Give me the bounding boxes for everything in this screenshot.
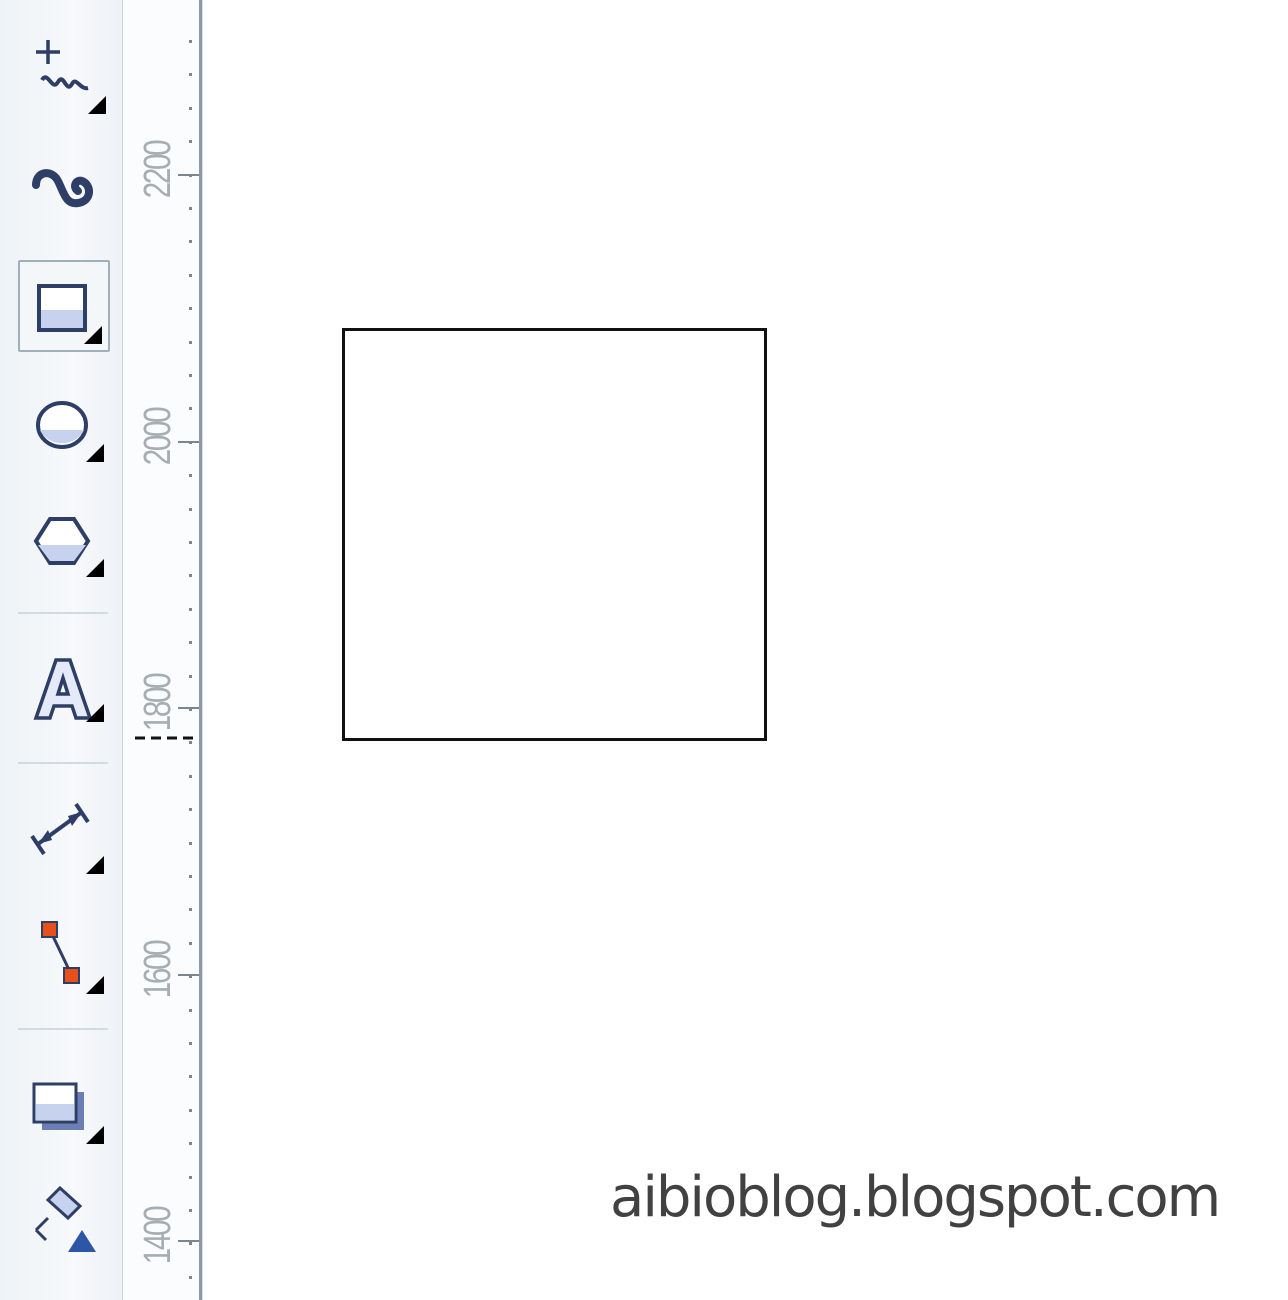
ruler-minor-tick — [189, 1042, 192, 1045]
ruler-label: 1800 — [137, 674, 179, 732]
connector-tool-button[interactable] — [18, 910, 110, 1002]
rectangle-tool-button[interactable] — [18, 260, 110, 352]
ruler-minor-tick — [189, 908, 192, 911]
ellipse-tool-icon — [36, 401, 104, 462]
ruler-minor-tick — [189, 274, 192, 277]
smart-fill-tool-icon — [32, 169, 93, 208]
toolbox-separator — [18, 612, 108, 614]
ruler-minor-tick — [189, 40, 192, 43]
rectangle-shape[interactable] — [342, 328, 767, 741]
ruler-label: 1400 — [137, 1207, 179, 1265]
ruler-minor-tick — [189, 107, 192, 110]
ruler-minor-tick — [189, 140, 192, 143]
ruler-minor-tick — [189, 741, 192, 744]
toolbox-separator — [18, 762, 108, 764]
ruler-label: 1600 — [137, 941, 179, 999]
ruler-minor-tick — [189, 1109, 192, 1112]
freehand-tool-button[interactable] — [18, 30, 110, 122]
ruler-minor-tick — [189, 407, 192, 410]
ruler-minor-tick — [189, 1209, 192, 1212]
ruler-minor-tick — [189, 541, 192, 544]
ruler-minor-tick — [189, 207, 192, 210]
ruler-minor-tick — [189, 474, 192, 477]
ruler-minor-tick — [189, 1242, 192, 1245]
text-tool-button[interactable] — [18, 640, 110, 732]
ruler-minor-tick — [189, 808, 192, 811]
ruler-minor-tick — [189, 675, 192, 678]
ruler-minor-tick — [189, 641, 192, 644]
vertical-ruler[interactable]: 2200 2000 1800 1600 1400 — [123, 0, 203, 1300]
ruler-minor-tick — [189, 1075, 192, 1078]
fill-tool-button[interactable] — [18, 1178, 110, 1270]
connector-tool-icon — [41, 921, 104, 994]
freehand-tool-icon — [36, 40, 106, 114]
ruler-minor-tick — [189, 942, 192, 945]
drop-shadow-tool-icon — [32, 1082, 104, 1144]
fill-tool-icon — [34, 1185, 96, 1252]
toolbox — [0, 0, 123, 1300]
text-tool-icon — [33, 658, 104, 722]
polygon-tool-button[interactable] — [18, 495, 110, 587]
ruler-minor-tick — [189, 775, 192, 778]
ruler-minor-tick — [189, 374, 192, 377]
dimension-tool-button[interactable] — [18, 790, 110, 882]
ruler-minor-tick — [189, 1142, 192, 1145]
ruler-minor-tick — [189, 574, 192, 577]
dimension-tool-icon — [30, 802, 104, 874]
ruler-label: 2200 — [137, 141, 179, 199]
toolbox-separator — [18, 1028, 108, 1030]
ruler-minor-tick — [189, 341, 192, 344]
ruler-label: 2000 — [137, 408, 179, 466]
ruler-minor-tick — [189, 508, 192, 511]
ruler-minor-tick — [189, 240, 192, 243]
ruler-minor-tick — [189, 875, 192, 878]
ruler-minor-tick — [189, 307, 192, 310]
watermark-text: aibioblog.blogspot.com — [610, 1165, 1221, 1230]
ruler-minor-tick — [189, 1176, 192, 1179]
rectangle-tool-icon — [37, 284, 102, 344]
smart-curve-tool-button[interactable] — [18, 145, 110, 237]
ellipse-tool-button[interactable] — [18, 380, 110, 472]
polygon-tool-icon — [33, 517, 104, 577]
ruler-minor-tick — [189, 1276, 192, 1279]
ruler-minor-tick — [189, 608, 192, 611]
drop-shadow-tool-button[interactable] — [18, 1062, 110, 1154]
ruler-minor-tick — [189, 73, 192, 76]
ruler-minor-tick — [189, 1009, 192, 1012]
ruler-minor-tick — [189, 842, 192, 845]
